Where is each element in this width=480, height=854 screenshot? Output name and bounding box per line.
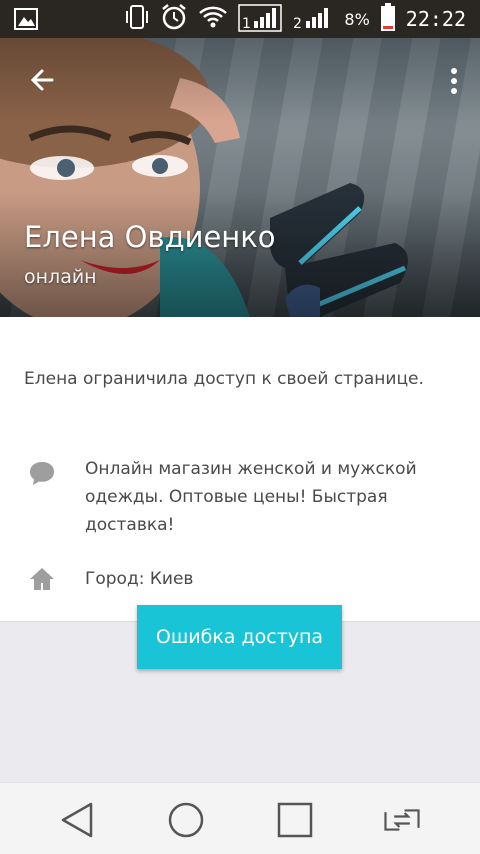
signal-sim2-icon: 2: [292, 2, 334, 36]
wifi-icon: [198, 5, 228, 33]
status-bar: 1 2 8% 22:22: [0, 0, 480, 38]
nav-home-button[interactable]: [166, 800, 206, 840]
profile-info-card: Елена ограничила доступ к своей странице…: [0, 317, 480, 622]
circle-home-icon: [168, 802, 204, 838]
svg-text:1: 1: [242, 16, 251, 32]
navigation-bar: [0, 782, 480, 854]
gallery-icon: [14, 0, 38, 38]
profile-cover: Елена Овдиенко онлайн: [0, 38, 480, 317]
nav-recent-apps-button[interactable]: [275, 800, 315, 840]
status-icons: 1 2 8% 22:22: [124, 0, 466, 38]
city-text: Город: Киев: [85, 569, 194, 589]
dual-window-icon: [384, 809, 420, 831]
clock: 22:22: [405, 7, 466, 31]
more-options-button[interactable]: [448, 66, 460, 96]
battery-percent: 8%: [344, 9, 370, 29]
alarm-icon: [160, 3, 188, 35]
phone-vibrate-icon: [124, 4, 150, 34]
profile-name: Елена Овдиенко: [24, 220, 276, 254]
back-button[interactable]: [24, 62, 60, 98]
triangle-back-icon: [61, 802, 93, 838]
battery-icon: [380, 2, 396, 36]
access-error-toast: Ошибка доступа: [137, 605, 342, 669]
nav-back-button[interactable]: [57, 800, 97, 840]
about-text: Онлайн магазин женской и мужской одежды.…: [85, 459, 417, 535]
nav-dual-window-button[interactable]: [382, 800, 422, 840]
signal-sim1-icon: 1: [238, 2, 283, 36]
restricted-message: Елена ограничила доступ к своей странице…: [24, 369, 424, 389]
more-vert-icon: [451, 68, 457, 94]
arrow-back-icon: [30, 69, 54, 91]
chat-bubble-icon: [28, 459, 56, 487]
home-icon: [28, 565, 56, 593]
online-status: онлайн: [24, 266, 97, 288]
square-recent-icon: [277, 802, 313, 838]
svg-text:2: 2: [293, 16, 302, 32]
